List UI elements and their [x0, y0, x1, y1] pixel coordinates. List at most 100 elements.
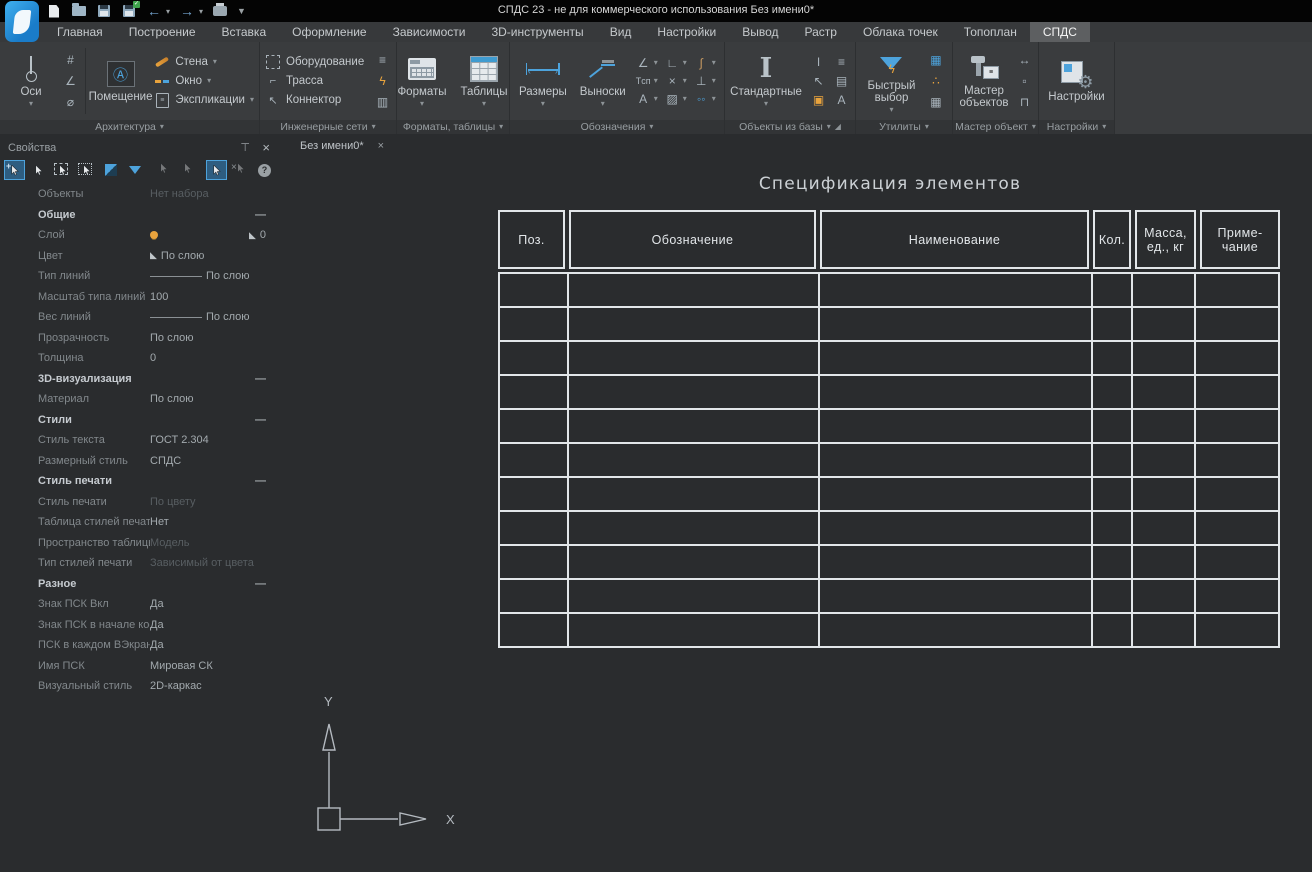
property-value[interactable]: Да	[150, 619, 266, 631]
connector-button[interactable]: ↖ Коннектор	[265, 93, 369, 107]
bolt-icon[interactable]: I	[810, 55, 827, 70]
menu-tab-12[interactable]: СПДС	[1030, 22, 1090, 42]
property-value[interactable]: По цвету	[150, 496, 266, 508]
collapse-toggle-icon[interactable]: —	[255, 475, 266, 487]
open-file-icon[interactable]	[71, 4, 87, 19]
menu-tab-9[interactable]: Растр	[792, 22, 850, 42]
spec-table-cell[interactable]	[500, 274, 567, 306]
formats-dropdown-icon[interactable]: ▾	[420, 100, 424, 108]
specification-table[interactable]: Поз.ОбозначениеНаименованиеКол.Масса, ед…	[498, 210, 1280, 648]
dim-edit-icon[interactable]: ↔	[1016, 53, 1033, 68]
property-value[interactable]: Мировая СК	[150, 660, 266, 672]
spec-table-cell[interactable]	[820, 512, 1091, 544]
spec-table-cell[interactable]	[1133, 614, 1194, 646]
collapse-toggle-icon[interactable]: —	[255, 578, 266, 590]
pick-dim-2-icon[interactable]	[178, 161, 197, 179]
route-button[interactable]: ⌐ Трасса	[265, 74, 369, 88]
leaders-button[interactable]: Выноски ▾	[576, 53, 630, 109]
bubbles-icon[interactable]: ◦◦	[693, 92, 710, 107]
spec-table-cell[interactable]	[1133, 444, 1194, 476]
text-sp-icon[interactable]: Tсп	[635, 74, 652, 89]
spec-table-cell[interactable]	[1093, 274, 1131, 306]
tables-dropdown-icon[interactable]: ▾	[482, 100, 486, 108]
property-value[interactable]: По слою	[150, 393, 266, 405]
spec-table-cell[interactable]	[1093, 580, 1131, 612]
panel-caption-annotations[interactable]: Обозначения▾	[510, 120, 724, 134]
spec-table-cell[interactable]	[1133, 376, 1194, 408]
spec-header-cell[interactable]: Масса, ед., кг	[1135, 210, 1196, 269]
menu-tab-6[interactable]: Вид	[597, 22, 645, 42]
property-value[interactable]: Да	[150, 639, 266, 651]
print-icon[interactable]	[212, 4, 228, 19]
property-value[interactable]: Нет	[150, 516, 266, 528]
leaders-dropdown-icon[interactable]: ▾	[601, 100, 605, 108]
spec-table-cell[interactable]	[820, 580, 1091, 612]
spec-table-cell[interactable]	[820, 410, 1091, 442]
pick-dim-1-icon[interactable]	[154, 161, 173, 179]
axis-radial-icon[interactable]: ∠	[62, 74, 79, 89]
menu-tab-2[interactable]: Вставка	[209, 22, 280, 42]
spec-table-cell[interactable]	[820, 342, 1091, 374]
spec-header-cell[interactable]: Обозначение	[569, 210, 816, 269]
spec-table-cell[interactable]	[1133, 308, 1194, 340]
close-icon[interactable]: ×	[262, 140, 270, 155]
explication-button[interactable]: ≡ Экспликации▾	[154, 93, 254, 107]
panel-caption-architecture[interactable]: Архитектура▾	[0, 120, 259, 134]
spec-table-cell[interactable]	[820, 376, 1091, 408]
window-select-icon[interactable]	[53, 161, 72, 179]
spec-header-cell[interactable]: Поз.	[498, 210, 565, 269]
formats-button[interactable]: Форматы ▾	[396, 53, 448, 109]
object-master-button[interactable]: ≡ Мастер объектов	[958, 52, 1010, 110]
menu-tab-4[interactable]: Зависимости	[380, 22, 479, 42]
level-mark-dropdown-icon[interactable]: ▾	[683, 59, 687, 67]
menu-tab-11[interactable]: Топоплан	[951, 22, 1030, 42]
dialog-launcher-icon[interactable]: ◢	[835, 123, 841, 131]
slope-dropdown-icon[interactable]: ▾	[654, 59, 658, 67]
palette-icon[interactable]: ▦	[927, 53, 944, 68]
fasteners-icon[interactable]: ≡	[833, 55, 850, 70]
spec-table-cell[interactable]	[1196, 410, 1278, 442]
axes-button[interactable]: Оси ▾	[5, 53, 57, 109]
spec-table-cell[interactable]	[1133, 274, 1194, 306]
spec-table-cell[interactable]	[500, 478, 567, 510]
window-button[interactable]: Окно▾	[154, 74, 254, 88]
document-tab[interactable]: Без имени0* ×	[292, 138, 392, 154]
spec-table-cell[interactable]	[500, 444, 567, 476]
screws-icon[interactable]: ∴	[927, 74, 944, 89]
property-value[interactable]: Модель	[150, 537, 266, 549]
menu-tab-8[interactable]: Вывод	[729, 22, 791, 42]
menu-tab-7[interactable]: Настройки	[644, 22, 729, 42]
spec-table-cell[interactable]	[1093, 376, 1131, 408]
new-file-icon[interactable]	[46, 4, 62, 19]
redo-dropdown-icon[interactable]: ▾	[199, 7, 203, 16]
layer-on-bulb-icon[interactable]	[150, 231, 158, 239]
spec-table-cell[interactable]	[569, 478, 818, 510]
spec-table-cell[interactable]	[500, 410, 567, 442]
document-close-icon[interactable]: ×	[378, 140, 384, 152]
spec-table-cell[interactable]	[1133, 546, 1194, 578]
spec-table-title[interactable]: Спецификация элементов	[700, 174, 1080, 194]
spec-table-cell[interactable]	[569, 444, 818, 476]
panel-caption-db-objects[interactable]: Объекты из базы▾ ◢	[725, 120, 855, 134]
property-value[interactable]: Да	[150, 598, 266, 610]
save-icon[interactable]	[96, 4, 112, 19]
spec-table-cell[interactable]	[1196, 546, 1278, 578]
spec-table-cell[interactable]	[1093, 546, 1131, 578]
spec-table-cell[interactable]	[1196, 512, 1278, 544]
crossing-select-icon[interactable]	[77, 161, 96, 179]
collapse-toggle-icon[interactable]: —	[255, 209, 266, 221]
quick-select-dropdown-icon[interactable]: ▾	[889, 106, 893, 114]
property-value[interactable]: 100	[150, 291, 266, 303]
selection-filter-icon[interactable]	[125, 161, 144, 179]
section-line-dropdown-icon[interactable]: ▾	[712, 59, 716, 67]
ucs-icon[interactable]: Y X	[300, 690, 475, 850]
spec-table-cell[interactable]	[569, 410, 818, 442]
route-flash-icon[interactable]: ϟ	[374, 74, 391, 89]
spec-table-cell[interactable]	[1093, 342, 1131, 374]
spec-table-cell[interactable]	[1133, 478, 1194, 510]
room-button[interactable]: Ⓐ Помещение	[92, 58, 150, 104]
a-doc-icon[interactable]: A	[833, 93, 850, 108]
dimensions-button[interactable]: ‹› Размеры ▾	[515, 53, 571, 109]
help-icon[interactable]: ?	[255, 161, 274, 179]
property-value[interactable]: 2D-каркас	[150, 680, 266, 692]
